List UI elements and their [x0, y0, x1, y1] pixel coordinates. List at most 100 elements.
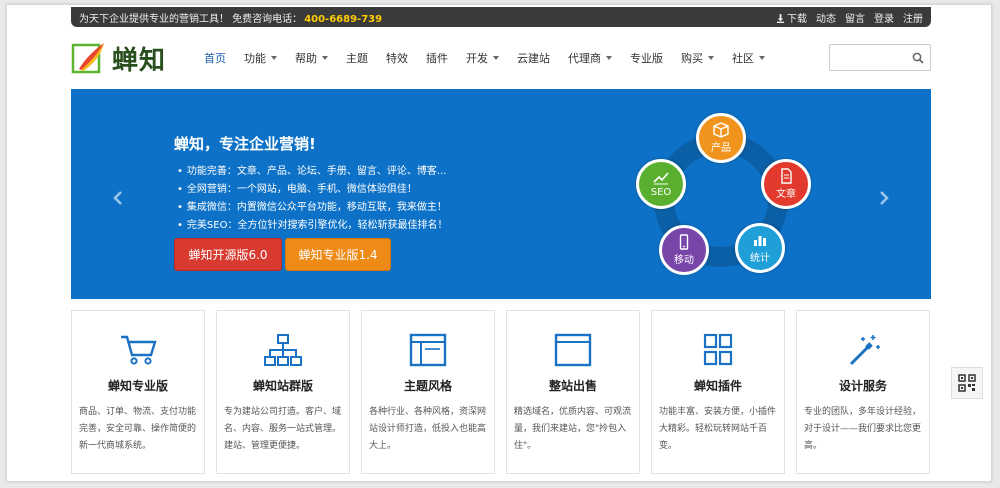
card-desc: 商品、订单、物流、支付功能完善，安全可靠、操作简便的新一代商城系统。	[79, 407, 197, 451]
feature-item: 完美SEO：全方位针对搜索引擎优化，轻松斩获最佳排名！	[177, 217, 448, 235]
bar-chart-icon	[754, 236, 766, 246]
product-circle: 产品	[696, 113, 746, 163]
feature-circle-diagram: 产品 文章 统计 移动 SEO	[631, 111, 811, 281]
nav-item-label: 功能	[244, 52, 266, 65]
logo-text: 蝉知	[112, 45, 167, 76]
nav-item-buy[interactable]: 购买	[672, 27, 723, 89]
mobile-circle-label: 移动	[674, 255, 694, 266]
main-nav: 首页 功能 帮助 主题 特效 插件 开发 云建站 代理商 专业版 购买 社区	[195, 27, 774, 89]
nav-item-effects[interactable]: 特效	[377, 27, 417, 89]
nav-item-label: 代理商	[568, 52, 601, 65]
chevron-down-icon	[759, 56, 765, 60]
nav-item-label: 云建站	[517, 52, 550, 65]
pro-version-button[interactable]: 蝉知专业版1.4	[285, 238, 391, 271]
message-link[interactable]: 留言	[845, 10, 865, 25]
nav-item-plugins[interactable]: 插件	[417, 27, 457, 89]
nav-item-label: 特效	[386, 52, 408, 65]
nav-item-features[interactable]: 功能	[235, 27, 286, 89]
nav-item-community[interactable]: 社区	[723, 27, 774, 89]
top-bar-links: 下载 动态 留言 登录 注册	[776, 10, 923, 25]
page-container: 为天下企业提供专业的营销工具！ 免费咨询电话： 400-6689-739 下载 动…	[71, 7, 931, 474]
feature-item: 功能完善：文章、产品、论坛、手册、留言、评论、博客...	[177, 163, 447, 181]
nav-item-label: 开发	[466, 52, 488, 65]
card-desc: 精选域名，优质内容、可观流量，我们来建站，您"拎包入住"。	[514, 407, 632, 451]
card-desc: 专为建站公司打造。客户、域名、内容、服务一站式管理。建站、管理更便捷。	[224, 407, 342, 451]
card-plugins[interactable]: 蝉知插件 功能丰富、安装方便，小插件大精彩。轻松玩转网站千百变。	[651, 310, 785, 474]
nav-item-label: 插件	[426, 52, 448, 65]
news-link[interactable]: 动态	[816, 10, 836, 25]
browser-window-icon	[409, 333, 447, 367]
qr-code-button[interactable]	[951, 367, 983, 399]
card-themes[interactable]: 主题风格 各种行业、各种风格，资深网站设计师打造，低投入也能高大上。	[361, 310, 495, 474]
nav-item-cloud[interactable]: 云建站	[508, 27, 559, 89]
nav-item-label: 帮助	[295, 52, 317, 65]
register-link[interactable]: 注册	[903, 10, 923, 25]
nav-item-themes[interactable]: 主题	[337, 27, 377, 89]
document-icon	[781, 168, 792, 184]
card-title: 蝉知插件	[693, 379, 742, 393]
search-box	[829, 44, 931, 71]
header: 蝉知 首页 功能 帮助 主题 特效 插件 开发 云建站 代理商 专业版 购买 社…	[71, 27, 931, 89]
card-pro-edition[interactable]: 蝉知专业版 商品、订单、物流、支付功能完善，安全可靠、操作简便的新一代商城系统。	[71, 310, 205, 474]
service-cards: 蝉知专业版 商品、订单、物流、支付功能完善，安全可靠、操作简便的新一代商城系统。…	[71, 310, 931, 474]
carousel-prev-icon[interactable]	[111, 189, 125, 207]
card-design-service[interactable]: 设计服务 专业的团队，多年设计经验，对于设计——我们要求比您更高。	[796, 310, 930, 474]
card-desc: 专业的团队，多年设计经验，对于设计——我们要求比您更高。	[804, 407, 922, 451]
top-bar-slogan: 为天下企业提供专业的营销工具！ 免费咨询电话：	[79, 13, 303, 25]
cart-icon	[121, 335, 157, 365]
nav-item-pro[interactable]: 专业版	[621, 27, 672, 89]
nav-item-label: 专业版	[630, 52, 663, 65]
banner-headline: 蝉知，专注企业营销!	[174, 135, 316, 153]
logo-icon	[71, 43, 104, 74]
feature-list: 功能完善：文章、产品、论坛、手册、留言、评论、博客... 全网营销：一个网站，电…	[177, 163, 448, 235]
download-link[interactable]: 下载	[776, 10, 807, 25]
seo-circle-label: SEO	[650, 187, 672, 198]
page-frame: 为天下企业提供专业的营销工具！ 免费咨询电话： 400-6689-739 下载 动…	[6, 4, 992, 482]
feature-item: 全网营销：一个网站，电脑、手机、微信体验俱佳！	[177, 181, 447, 199]
top-bar-slogan-wrap: 为天下企业提供专业的营销工具！ 免费咨询电话： 400-6689-739	[79, 10, 382, 25]
chevron-down-icon	[606, 56, 612, 60]
article-circle-label: 文章	[776, 189, 796, 200]
chevron-down-icon	[493, 56, 499, 60]
search-icon[interactable]	[912, 52, 924, 64]
feature-item: 集成微信：内置微信公众平台功能，移动互联，我来做主！	[177, 199, 447, 217]
nav-item-label: 主题	[346, 52, 368, 65]
box-icon	[713, 122, 729, 138]
hero-banner: 蝉知，专注企业营销! 功能完善：文章、产品、论坛、手册、留言、评论、博客... …	[71, 89, 931, 299]
opensource-version-button[interactable]: 蝉知开源版6.0	[174, 238, 282, 271]
nav-item-develop[interactable]: 开发	[457, 27, 508, 89]
product-circle-label: 产品	[711, 143, 731, 154]
logo[interactable]: 蝉知	[71, 40, 195, 77]
nav-item-label: 社区	[732, 52, 754, 65]
card-title: 设计服务	[838, 379, 887, 393]
grid-icon	[703, 333, 733, 366]
hotline-phone: 400-6689-739	[304, 13, 383, 25]
sitemap-icon	[264, 334, 302, 366]
card-site-group[interactable]: 蝉知站群版 专为建站公司打造。客户、域名、内容、服务一站式管理。建站、管理更便捷…	[216, 310, 350, 474]
top-bar: 为天下企业提供专业的营销工具！ 免费咨询电话： 400-6689-739 下载 动…	[71, 7, 931, 27]
qr-code-icon	[958, 374, 976, 392]
magic-wand-icon	[849, 335, 880, 366]
download-link-label: 下载	[787, 13, 807, 25]
card-desc: 功能丰富、安装方便，小插件大精彩。轻松玩转网站千百变。	[659, 407, 777, 451]
nav-item-label: 购买	[681, 52, 703, 65]
card-desc: 各种行业、各种风格，资深网站设计师打造，低投入也能高大上。	[369, 407, 487, 451]
download-icon	[776, 13, 785, 23]
chevron-down-icon	[271, 56, 277, 60]
phone-icon	[679, 234, 689, 250]
card-site-sale[interactable]: 整站出售 精选域名，优质内容、可观流量，我们来建站，您"拎包入住"。	[506, 310, 640, 474]
login-link[interactable]: 登录	[874, 10, 894, 25]
card-title: 蝉知专业版	[107, 379, 168, 393]
seo-circle: SEO	[636, 159, 686, 209]
nav-item-agents[interactable]: 代理商	[559, 27, 621, 89]
search-input[interactable]	[830, 45, 908, 70]
line-chart-icon	[653, 172, 669, 185]
nav-item-help[interactable]: 帮助	[286, 27, 337, 89]
chevron-down-icon	[708, 56, 714, 60]
card-title: 整站出售	[548, 379, 597, 393]
nav-item-home[interactable]: 首页	[195, 27, 235, 89]
carousel-next-icon[interactable]	[877, 189, 891, 207]
browser-window-icon	[554, 333, 592, 367]
mobile-circle: 移动	[659, 225, 709, 275]
stats-circle: 统计	[735, 223, 785, 273]
